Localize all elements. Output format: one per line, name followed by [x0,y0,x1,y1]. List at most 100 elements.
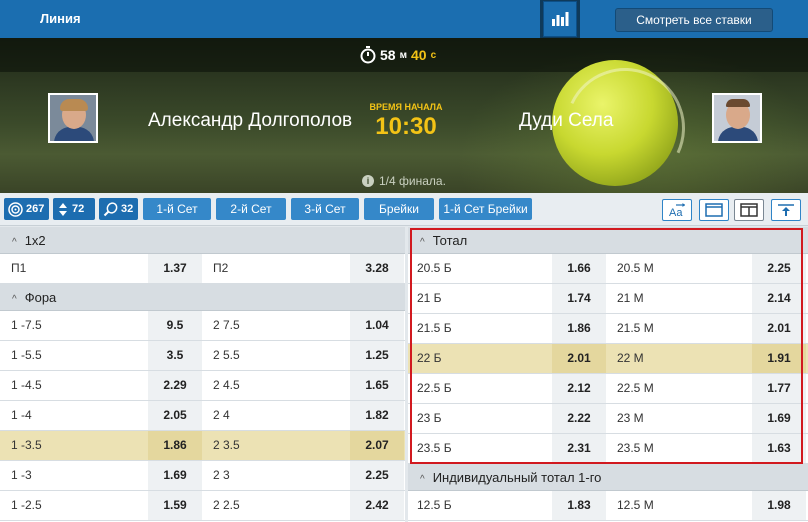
market-group-title: Фора [24,290,57,305]
outcome-label-left: 23.5 Б [417,441,452,455]
odds-row: 1 -5.5 3.5 2 5.5 1.25 [0,341,405,371]
outcome-label-right: 2 3 [213,468,230,482]
outcome-label-right: 2 7.5 [213,318,240,332]
odds-value-right[interactable]: 2.14 [752,284,806,313]
odds-value-right[interactable]: 3.28 [350,254,404,283]
two-column-button[interactable] [734,199,764,221]
odds-value-left[interactable]: 2.05 [148,401,202,430]
odds-value-left[interactable]: 3.5 [148,341,202,370]
odds-row: 1 -4 2.05 2 4 1.82 [0,401,405,431]
outcome-label-left: П1 [11,261,27,275]
odds-row: 1 -4.5 2.29 2 4.5 1.65 [0,371,405,401]
font-size-button[interactable]: Aa [662,199,692,221]
outcome-label-right: 21 М [617,291,644,305]
player2-name[interactable]: Дуди Села [519,110,613,132]
info-icon: i [362,175,374,187]
tennis-markets-counter[interactable]: 32 [99,198,138,220]
see-all-bets-button[interactable]: Смотреть все ставки [615,8,773,32]
timer-minutes-unit: м [399,49,407,61]
odds-value-right[interactable]: 2.42 [350,491,404,520]
statistics-button[interactable] [543,1,577,37]
odds-value-right[interactable]: 2.01 [752,314,806,343]
odds-value-right[interactable]: 2.07 [350,431,404,460]
player2-avatar[interactable] [712,93,762,143]
outcome-label-right: 2 4.5 [213,378,240,392]
odds-value-left[interactable]: 2.12 [552,374,606,403]
odds-value-right[interactable]: 1.04 [350,311,404,340]
timer-seconds: 40 [410,47,427,63]
tab-set-2[interactable]: 2-й Сет [216,198,286,220]
odds-row: 20.5 Б 1.66 20.5 М 2.25 [408,254,808,284]
two-column-icon [740,203,758,217]
odds-row: 21 Б 1.74 21 М 2.14 [408,284,808,314]
odds-value-left[interactable]: 2.01 [552,344,606,373]
tab-set-1-breaks[interactable]: 1-й Сет Брейки [439,198,532,220]
collapse-caret-icon[interactable]: ^ [12,229,17,256]
player1-avatar[interactable] [48,93,98,143]
odds-value-left[interactable]: 1.66 [552,254,606,283]
odds-value-left[interactable]: 1.37 [148,254,202,283]
outcome-label-right: 22 М [617,351,644,365]
outcome-label-right: 2 2.5 [213,498,240,512]
market-group-header[interactable]: ^ Индивидуальный тотал 1-го [408,464,808,491]
outcome-label-right: 20.5 М [617,261,654,275]
market-group-title: Индивидуальный тотал 1-го [432,470,602,485]
odds-value-right[interactable]: 1.65 [350,371,404,400]
market-group-title: 1х2 [24,233,46,248]
collapse-caret-icon[interactable]: ^ [12,286,17,313]
collapse-caret-icon[interactable]: ^ [420,466,425,493]
odds-value-left[interactable]: 1.86 [148,431,202,460]
odds-value-left[interactable]: 9.5 [148,311,202,340]
odds-value-right[interactable]: 2.25 [752,254,806,283]
odds-value-right[interactable]: 1.91 [752,344,806,373]
odds-value-left[interactable]: 1.69 [148,461,202,490]
odds-row: 23 Б 2.22 23 М 1.69 [408,404,808,434]
outcome-label-right: 12.5 М [617,498,654,512]
odds-value-right[interactable]: 1.69 [752,404,806,433]
collapse-caret-icon[interactable]: ^ [420,229,425,256]
odds-value-left[interactable]: 1.59 [148,491,202,520]
odds-row: 1 -3.5 1.86 2 3.5 2.07 [0,431,405,461]
odds-value-right[interactable]: 1.98 [752,491,806,520]
svg-text:Aa: Aa [669,207,683,218]
outcome-label-right: 21.5 М [617,321,654,335]
market-group-header[interactable]: ^ 1х2 [0,227,405,254]
odds-value-left[interactable]: 1.86 [552,314,606,343]
odds-value-right[interactable]: 1.25 [350,341,404,370]
outcome-label-left: 1 -4 [11,408,32,422]
outcome-label-left: 1 -3 [11,468,32,482]
match-hero: 58 м 40 с Александр Долгополов ВРЕМЯ НАЧ… [0,38,808,193]
odds-value-right[interactable]: 1.77 [752,374,806,403]
odds-value-left[interactable]: 1.83 [552,491,606,520]
match-timer: 58 м 40 с [360,44,436,66]
odds-value-left[interactable]: 2.29 [148,371,202,400]
round-label: 1/4 финала. [379,174,446,188]
odds-value-left[interactable]: 1.74 [552,284,606,313]
page-title: Линия [0,0,540,38]
player1-name[interactable]: Александр Долгополов [148,110,352,132]
market-group-header[interactable]: ^ Фора [0,284,405,311]
odds-value-right[interactable]: 1.63 [752,434,806,463]
all-markets-count: 267 [26,203,45,215]
outcome-label-right: П2 [213,261,229,275]
odds-value-left[interactable]: 2.31 [552,434,606,463]
outcome-label-left: 1 -5.5 [11,348,42,362]
tab-set-1[interactable]: 1-й Сет [143,198,211,220]
market-group-header[interactable]: ^ Тотал [408,227,808,254]
single-column-button[interactable] [699,199,729,221]
odds-row: 22.5 Б 2.12 22.5 М 1.77 [408,374,808,404]
tab-breaks[interactable]: Брейки [364,198,434,220]
target-icon [8,201,23,217]
odds-value-right[interactable]: 2.25 [350,461,404,490]
all-markets-counter[interactable]: 267 [4,198,49,220]
odds-row: 1 -3 1.69 2 3 2.25 [0,461,405,491]
outcome-label-right: 2 5.5 [213,348,240,362]
main-markets-counter[interactable]: 72 [53,198,95,220]
tab-set-3[interactable]: 3-й Сет [291,198,359,220]
odds-value-right[interactable]: 1.82 [350,401,404,430]
right-markets-column: ^ Тотал 20.5 Б 1.66 20.5 М 2.25 21 Б 1.74 21 М 2.… [408,227,808,522]
outcome-label-left: 22 Б [417,351,442,365]
odds-value-left[interactable]: 2.22 [552,404,606,433]
outcome-label-left: 21 Б [417,291,442,305]
scroll-top-button[interactable] [771,199,801,221]
